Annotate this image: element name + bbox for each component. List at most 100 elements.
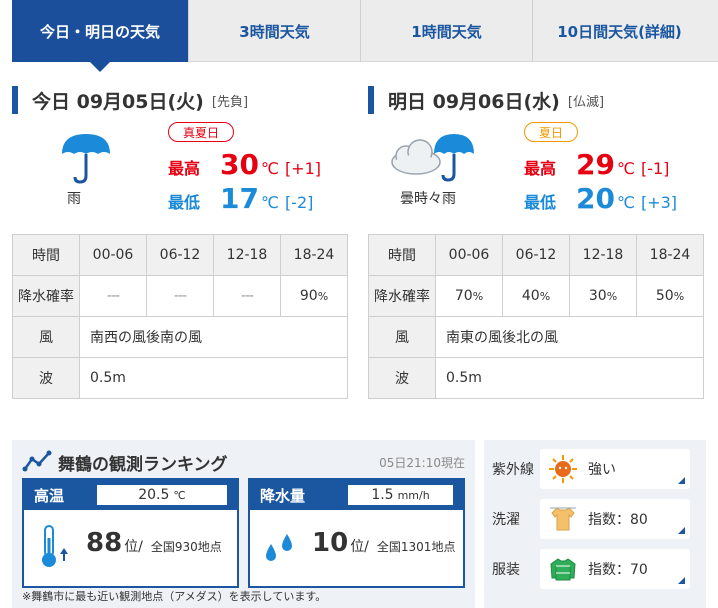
temp-rank-suffix: 位/ [124, 539, 143, 555]
time-cell: 00-06 [79, 234, 147, 276]
tomorrow-header: 明日 09月06日(水) [仏滅] [368, 84, 704, 116]
ranking-note: ※舞鶴市に最も近い観測地点（アメダス）を表示しています。 [22, 590, 327, 603]
today-panel: 今日 09月05日(火) [先負] 雨 真夏日 最高 30 ℃ [+1] 最低 … [12, 84, 348, 399]
rain-cell: --- [79, 275, 147, 317]
low-unit: ℃ [616, 193, 635, 212]
today-rokuyo: [先負] [211, 94, 249, 110]
time-cell: 12-18 [213, 234, 281, 276]
time-cell: 18-24 [636, 234, 704, 276]
today-low: 最低 17 ℃ [-2] [168, 182, 313, 215]
rain-cell: 50% [636, 275, 704, 317]
laundry-index-value: 指数：80 [588, 512, 648, 528]
index-row-uv: 紫外線 強い [492, 448, 700, 490]
laundry-index-button[interactable]: 指数：80 [540, 499, 690, 539]
uv-index-value: 強い [588, 462, 616, 478]
rain-rank-total: 全国1301地点 [376, 540, 456, 554]
low-label: 最低 [524, 193, 557, 212]
forecast-tabs: 今日・明日の天気 3時間天気 1時間天気 10日間天気(詳細) [12, 0, 718, 72]
rain-header: 降水確率 [12, 275, 80, 317]
tab-today-tomorrow[interactable]: 今日・明日の天気 [12, 0, 188, 72]
temp-card-body: 88 位/ 全国930地点 [24, 510, 237, 586]
rain-rank: 10 位/ 全国1301地点 [312, 528, 455, 558]
weather-indices: 紫外線 強い 洗濯 指数：80 服装 指数：70 [484, 440, 706, 608]
corner-arrow-icon [678, 577, 685, 584]
rain-cell: 70% [435, 275, 503, 317]
rain-ranking-card[interactable]: 降水量 1.5 mm/h 10 位/ 全国1301地点 [248, 478, 465, 588]
low-unit: ℃ [260, 193, 279, 212]
table-row: 時間 00-06 06-12 12-18 18-24 [12, 234, 348, 276]
tomorrow-low: 最低 20 ℃ [+3] [524, 182, 677, 215]
time-cell: 18-24 [280, 234, 348, 276]
temp-value-box: 20.5 ℃ [97, 485, 227, 505]
ranking-title: 舞鶴の観測ランキング [58, 455, 228, 475]
rain-cell: --- [213, 275, 281, 317]
wave-cell: 0.5m [435, 357, 704, 399]
time-cell: 06-12 [146, 234, 214, 276]
temp-rank: 88 位/ 全国930地点 [86, 528, 222, 558]
high-temp: 29 [576, 148, 615, 181]
line-graph-icon [22, 450, 52, 472]
wave-header: 波 [368, 357, 436, 399]
today-forecast-table: 時間 00-06 06-12 12-18 18-24 降水確率 --- --- … [12, 234, 348, 399]
cloud-umbrella-icon [391, 134, 474, 182]
temp-rank-total: 全国930地点 [150, 540, 222, 554]
wave-cell: 0.5m [79, 357, 348, 399]
low-temp: 20 [576, 182, 615, 215]
low-temp: 17 [220, 182, 259, 215]
table-row: 降水確率 70% 40% 30% 50% [368, 275, 704, 317]
rain-header: 降水確率 [368, 275, 436, 317]
table-row: 降水確率 --- --- --- 90% [12, 275, 348, 317]
tab-3hour[interactable]: 3時間天気 [188, 0, 360, 62]
thermometer-up-icon [42, 525, 68, 567]
header-accent-bar [12, 86, 18, 114]
tomorrow-temp-badge: 夏日 [524, 122, 579, 142]
tab-10day[interactable]: 10日間天気(詳細) [532, 0, 706, 62]
rain-card-label: 降水量 [260, 486, 306, 505]
rain-cell: 30% [569, 275, 637, 317]
umbrella-icon [62, 134, 110, 184]
wind-header: 風 [368, 316, 436, 358]
index-row-laundry: 洗濯 指数：80 [492, 498, 700, 540]
tomorrow-panel: 明日 09月06日(水) [仏滅] 曇時々雨 夏日 最高 29 ℃ [-1] 最… [368, 84, 704, 399]
today-header: 今日 09月05日(火) [先負] [12, 84, 348, 116]
tomorrow-summary: 曇時々雨 夏日 最高 29 ℃ [-1] 最低 20 ℃ [+3] [368, 116, 704, 234]
ranking-header: 舞鶴の観測ランキング 05日21:10現在 [12, 448, 475, 476]
table-row: 時間 00-06 06-12 12-18 18-24 [368, 234, 704, 276]
wave-header: 波 [12, 357, 80, 399]
rain-rank-number: 10 [312, 528, 349, 558]
rain-card-header: 降水量 1.5 mm/h [250, 480, 463, 510]
today-weather-text: 雨 [67, 191, 81, 207]
rain-cell: 90% [280, 275, 348, 317]
wind-header: 風 [12, 316, 80, 358]
table-row: 波 0.5m [368, 357, 704, 399]
clothing-index-value: 指数：70 [588, 562, 648, 578]
tomorrow-rokuyo: [仏滅] [567, 94, 605, 110]
rain-cell: --- [146, 275, 214, 317]
index-row-clothing: 服装 指数：70 [492, 548, 700, 590]
clothing-index-button[interactable]: 指数：70 [540, 549, 690, 589]
index-label: 洗濯 [492, 512, 520, 528]
today-title: 今日 09月05日(火) [32, 90, 204, 113]
raindrops-icon [266, 534, 292, 561]
time-header: 時間 [12, 234, 80, 276]
temp-card-label: 高温 [34, 486, 65, 505]
table-row: 風 南東の風後北の風 [368, 316, 704, 358]
low-label: 最低 [168, 193, 201, 212]
today-high: 最高 30 ℃ [+1] [168, 148, 321, 181]
rain-cell: 40% [502, 275, 570, 317]
today-temp-badge: 真夏日 [168, 122, 235, 142]
corner-arrow-icon [678, 527, 685, 534]
rain-value-box: 1.5 mm/h [348, 485, 453, 505]
corner-arrow-icon [678, 477, 685, 484]
wind-cell: 南西の風後南の風 [79, 316, 348, 358]
table-row: 波 0.5m [12, 357, 348, 399]
sun-uv-icon [549, 455, 577, 483]
high-label: 最高 [168, 159, 201, 178]
table-row: 風 南西の風後南の風 [12, 316, 348, 358]
temp-rank-number: 88 [86, 528, 123, 558]
uv-index-button[interactable]: 強い [540, 449, 690, 489]
temp-ranking-card[interactable]: 高温 20.5 ℃ 88 位/ 全国930地点 [22, 478, 239, 588]
time-cell: 12-18 [569, 234, 637, 276]
high-unit: ℃ [616, 159, 635, 178]
tab-1hour[interactable]: 1時間天気 [360, 0, 532, 62]
